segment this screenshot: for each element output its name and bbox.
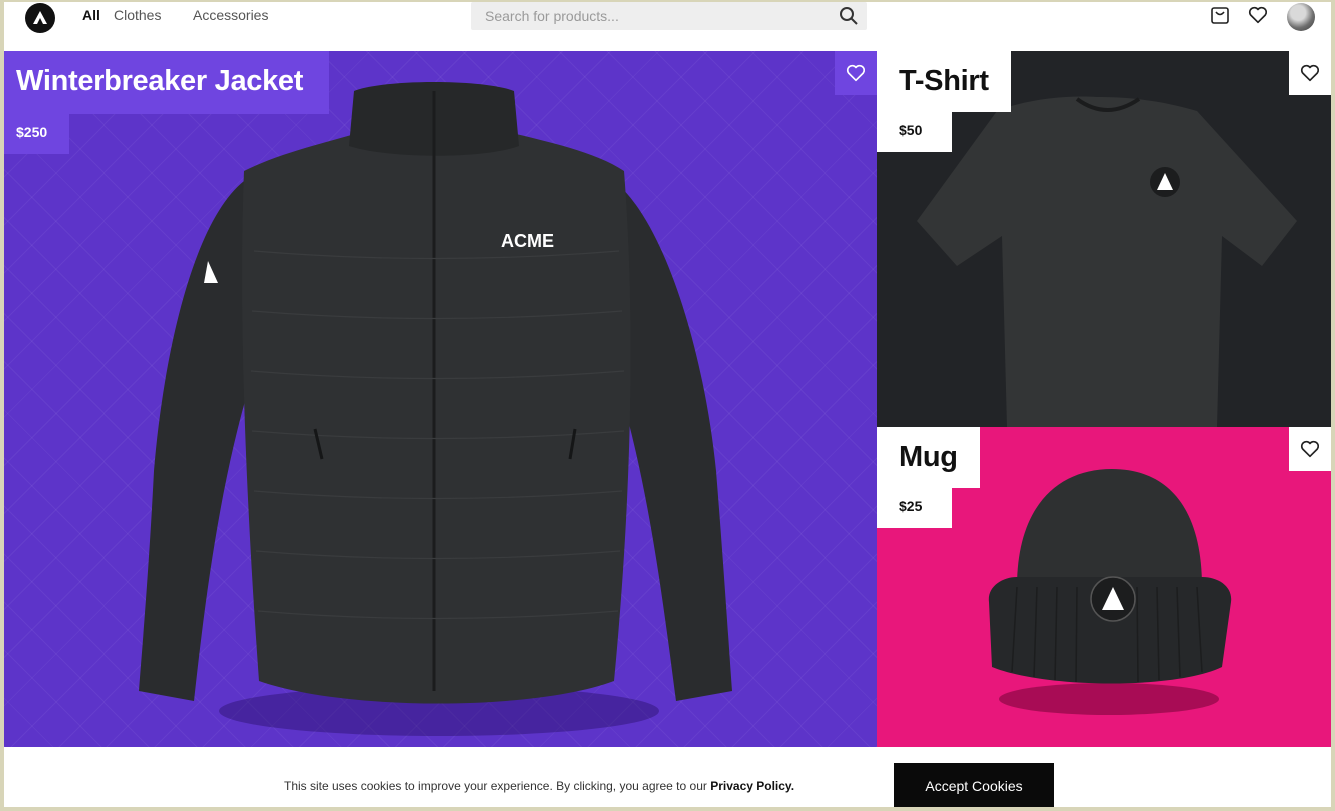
nav-link-clothes[interactable]: Clothes	[114, 7, 161, 23]
wishlist-heart-icon[interactable]	[1289, 427, 1331, 471]
product-tile-mug[interactable]: Mug $25	[877, 427, 1331, 747]
product-title: Mug	[877, 427, 980, 488]
avatar[interactable]	[1287, 3, 1315, 31]
heart-icon[interactable]	[1247, 4, 1271, 28]
wishlist-heart-icon[interactable]	[835, 51, 877, 95]
storefront-page: All Clothes Accessories Search for produ…	[4, 2, 1331, 807]
search-icon[interactable]	[839, 6, 859, 26]
logo-icon[interactable]	[25, 3, 55, 33]
nav-link-all[interactable]: All	[82, 7, 100, 23]
product-price: $50	[877, 112, 953, 152]
accept-cookies-button[interactable]: Accept Cookies	[894, 763, 1054, 807]
cart-icon[interactable]	[1209, 4, 1233, 28]
product-tile-jacket[interactable]: ACME Winterbreaker Jacket $250	[4, 51, 877, 747]
product-tile-tshirt[interactable]: T-Shirt $50	[877, 51, 1331, 427]
product-title: Winterbreaker Jacket	[4, 51, 330, 114]
product-title-box: T-Shirt $50	[877, 51, 1011, 152]
jacket-image	[139, 82, 732, 736]
product-title: T-Shirt	[877, 51, 1011, 112]
cookie-banner: This site uses cookies to improve your e…	[4, 747, 1331, 807]
product-title-box: Mug $25	[877, 427, 980, 528]
top-navigation: All Clothes Accessories	[4, 2, 1331, 50]
search-bar	[471, 2, 867, 30]
product-price: $25	[877, 488, 953, 528]
search-input[interactable]	[471, 2, 835, 30]
nav-link-accessories[interactable]: Accessories	[193, 7, 268, 23]
wishlist-heart-icon[interactable]	[1289, 51, 1331, 95]
product-price: $250	[4, 114, 70, 154]
product-title-box: Winterbreaker Jacket $250	[4, 51, 330, 154]
jacket-brand-text: ACME	[501, 231, 554, 251]
cookie-message: This site uses cookies to improve your e…	[284, 779, 794, 793]
privacy-policy-link[interactable]: Privacy Policy.	[710, 779, 794, 793]
cookie-message-text: This site uses cookies to improve your e…	[284, 779, 707, 793]
